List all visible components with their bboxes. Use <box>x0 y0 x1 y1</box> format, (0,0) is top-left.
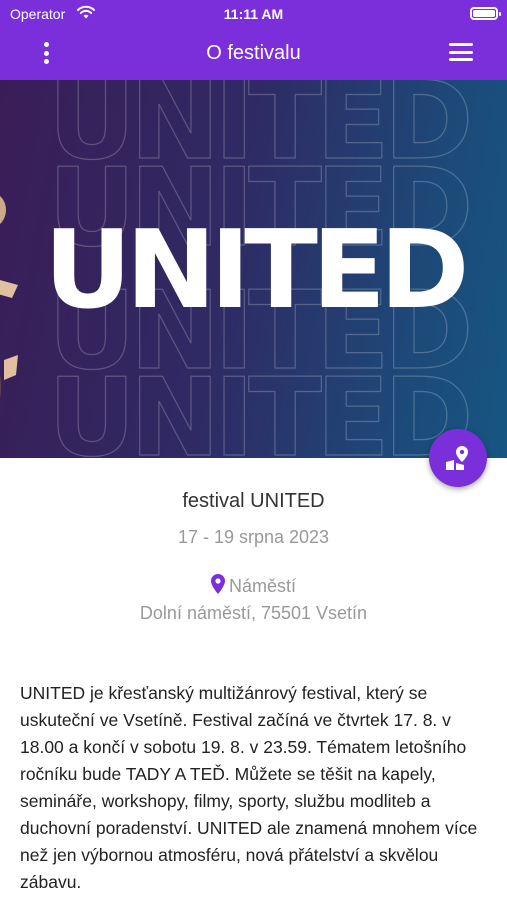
page-title: O festivalu <box>206 42 301 64</box>
clock: 11:11 AM <box>223 6 284 22</box>
map-pin-icon <box>446 446 468 470</box>
venue-row[interactable]: Náměstí <box>0 574 507 597</box>
festival-banner-image: UNITED UNITED UNITED UNITED UNITED <box>0 80 507 458</box>
map-location-button[interactable] <box>429 429 487 487</box>
venue-address: Dolní náměstí, 75501 Vsetín <box>139 603 368 623</box>
banner-outline-word: UNITED <box>47 356 474 458</box>
festival-description: UNITED je křesťanský multižánrový festiv… <box>20 683 478 892</box>
status-bar: Operator 11:11 AM <box>0 0 507 28</box>
venue-name: Náměstí <box>228 576 297 596</box>
festival-dates: 17 - 19 srpna 2023 <box>177 527 330 547</box>
performer-figure <box>0 195 18 400</box>
hamburger-menu-button[interactable] <box>449 43 473 61</box>
festival-name: festival UNITED <box>182 490 325 512</box>
location-pin-icon <box>210 574 225 594</box>
battery-icon <box>470 7 501 20</box>
app-header: Operator 11:11 AM O festivalu <box>0 0 507 80</box>
banner-main-word: UNITED <box>44 208 469 333</box>
